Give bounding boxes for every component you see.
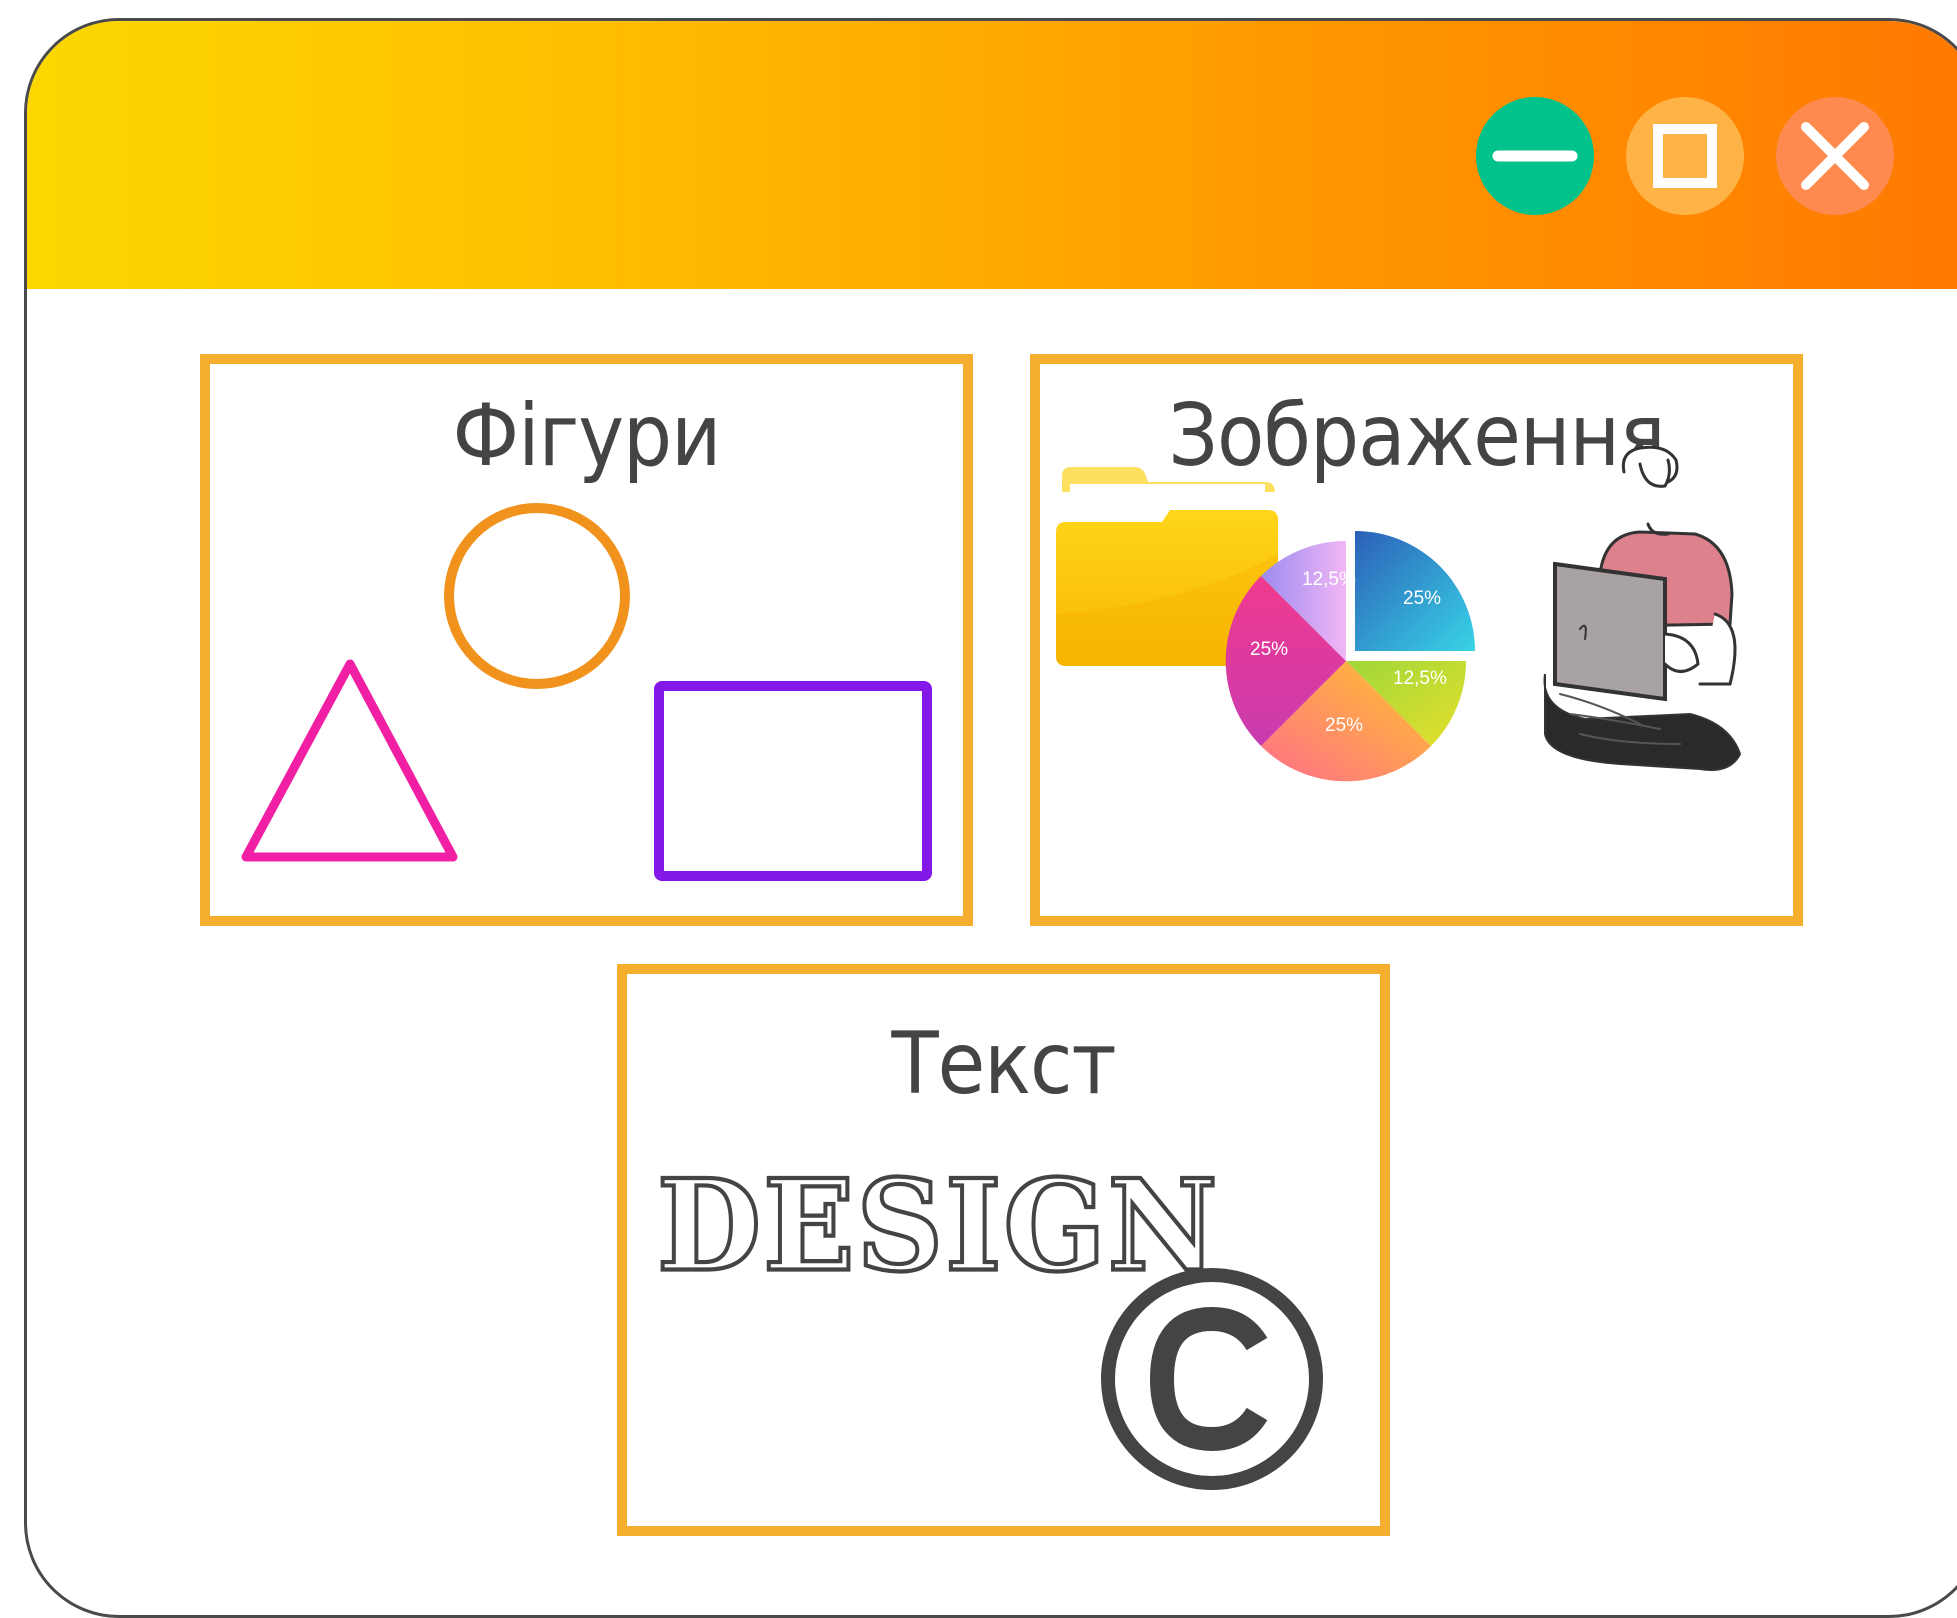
circle-icon — [444, 503, 630, 689]
close-icon — [1801, 122, 1869, 190]
pie-label-2: 12,5% — [1393, 668, 1447, 689]
copyright-icon — [1101, 1268, 1323, 1490]
pie-label-4: 25% — [1250, 639, 1288, 660]
pie-label-1: 25% — [1403, 588, 1441, 609]
pie-label-3: 25% — [1325, 715, 1363, 736]
maximize-icon — [1653, 124, 1717, 188]
triangle-icon — [241, 659, 458, 862]
text-panel-title: Текст — [891, 1014, 1116, 1114]
rectangle-icon — [654, 681, 932, 881]
text-panel[interactable]: Текст DESIGN — [617, 964, 1390, 1536]
shapes-drawing — [241, 503, 932, 881]
pie-label-5: 12,5% — [1302, 569, 1356, 590]
close-button[interactable] — [1776, 97, 1894, 215]
shapes-panel[interactable]: Фігури — [200, 354, 973, 926]
minimize-button[interactable] — [1476, 97, 1594, 215]
minimize-icon — [1492, 150, 1578, 162]
title-bar[interactable] — [27, 21, 1957, 289]
person-laptop-illustration — [1543, 445, 1742, 771]
maximize-button[interactable] — [1626, 97, 1744, 215]
images-drawing: 25% 12,5% 25% 25% 12,5% — [1056, 445, 1742, 782]
images-panel[interactable]: Зображення 25% 12,5% 25% 25% 12,5% — [1030, 354, 1803, 926]
